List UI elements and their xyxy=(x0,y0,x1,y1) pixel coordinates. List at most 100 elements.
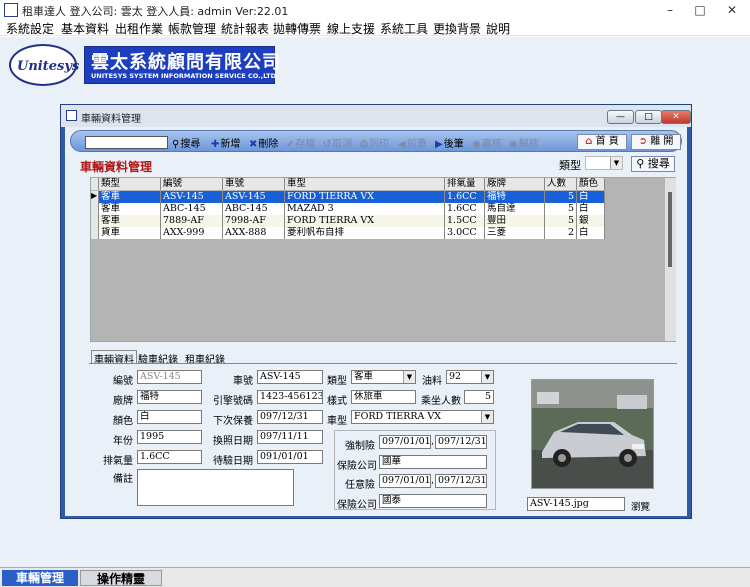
toolbar: ⚲搜尋 ✚新增 ✖刪除 ✔存檔 ↺取消 ⎙列印 ◀前筆 ▶後筆 ◉審核 ◉解核 … xyxy=(70,130,682,152)
insurer1-label: 保險公司 xyxy=(337,461,377,472)
maximize-icon[interactable]: □ xyxy=(684,0,716,20)
mandatory-to-field[interactable]: 097/12/31 xyxy=(435,435,487,449)
brand-label: 廠牌 xyxy=(113,396,133,407)
type-select[interactable]: 客車 ▼ xyxy=(351,370,416,384)
app-icon xyxy=(4,3,18,17)
plus-icon: ✚ xyxy=(211,139,220,150)
col-cc[interactable]: 排氣量 xyxy=(445,178,485,190)
menu-reports[interactable]: 統計報表 xyxy=(221,20,269,37)
table-row[interactable]: 客車 ABC-145 ABC-145 MAZAD 3 1.6CC 馬自達 5 白 xyxy=(91,203,605,215)
col-brand[interactable]: 廠牌 xyxy=(485,178,545,190)
photo-filename-field[interactable]: ASV-145.jpg xyxy=(527,497,625,511)
style-label: 樣式 xyxy=(327,396,347,407)
car-image xyxy=(532,380,653,488)
menu-basic-data[interactable]: 基本資料 xyxy=(61,20,109,37)
browse-button[interactable]: 瀏覽 xyxy=(631,499,650,513)
section-search-button[interactable]: ⚲ 搜尋 xyxy=(631,156,675,172)
cc-label: 排氣量 xyxy=(103,456,133,467)
col-color[interactable]: 顏色 xyxy=(577,178,605,190)
vehicle-window-titlebar: 車輛資料管理 — □ ✕ xyxy=(61,105,691,127)
audit-button[interactable]: ◉審核 xyxy=(472,135,502,150)
window-icon xyxy=(66,110,77,121)
search-icon: ⚲ xyxy=(636,157,645,170)
cc-field[interactable]: 1.6CC xyxy=(137,450,202,464)
tab-vehicle-data[interactable]: 車輛資料 xyxy=(91,350,137,366)
inspection-field[interactable]: 091/01/01 xyxy=(257,450,323,464)
menu-help[interactable]: 說明 xyxy=(486,20,510,37)
scrollbar-thumb[interactable] xyxy=(668,192,672,267)
delete-button[interactable]: ✖刪除 xyxy=(249,135,278,150)
vehicle-grid: 類型 編號 車號 車型 排氣量 廠牌 人數 顏色 ▶ 客車 ASV-145 AS… xyxy=(90,177,676,342)
engine-field[interactable]: 1423-456123 xyxy=(257,390,323,404)
exit-icon: ➲ xyxy=(638,136,647,147)
col-seats[interactable]: 人數 xyxy=(545,178,577,190)
menu-system-settings[interactable]: 系統設定 xyxy=(6,20,54,37)
unaudit-button[interactable]: ◉解核 xyxy=(509,135,539,150)
table-row[interactable]: 貨車 AXX-999 AXX-888 菱利帆布自排 3.0CC 三菱 2 白 xyxy=(91,227,605,239)
menu-rental[interactable]: 出租作業 xyxy=(115,20,163,37)
close-icon[interactable]: ✕ xyxy=(716,0,748,20)
reissue-field[interactable]: 097/11/11 xyxy=(257,430,323,444)
minimize-icon[interactable]: – xyxy=(654,0,686,20)
seats-field[interactable]: 5 xyxy=(464,390,494,404)
next-service-field[interactable]: 097/12/31 xyxy=(257,410,323,424)
lock-icon: ◉ xyxy=(472,139,481,150)
menu-change-background[interactable]: 更換背景 xyxy=(433,20,481,37)
grid-scrollbar[interactable] xyxy=(665,178,676,341)
vehicle-window-body: ⚲搜尋 ✚新增 ✖刪除 ✔存檔 ↺取消 ⎙列印 ◀前筆 ▶後筆 ◉審核 ◉解核 … xyxy=(65,127,687,516)
menu-online-support[interactable]: 線上支援 xyxy=(327,20,375,37)
fuel-select[interactable]: 92 ▼ xyxy=(446,370,494,384)
save-button[interactable]: ✔存檔 xyxy=(286,135,315,150)
note-field[interactable] xyxy=(137,469,294,506)
company-logo: Unitesys xyxy=(9,44,79,86)
plate-field[interactable]: ASV-145 xyxy=(257,370,323,384)
tab-operation-wizard[interactable]: 操作精靈 xyxy=(80,570,162,586)
cancel-button[interactable]: ↺取消 xyxy=(323,135,352,150)
inner-maximize-icon[interactable]: □ xyxy=(635,110,662,124)
chevron-down-icon: ▼ xyxy=(403,371,415,383)
col-type[interactable]: 類型 xyxy=(99,178,161,190)
col-plate[interactable]: 車號 xyxy=(223,178,285,190)
color-field[interactable]: 白 xyxy=(137,410,202,424)
search-input[interactable] xyxy=(85,136,168,149)
year-field[interactable]: 1995 xyxy=(137,430,202,444)
prev-button[interactable]: ◀前筆 xyxy=(398,135,427,150)
type-filter-select[interactable]: ▼ xyxy=(585,156,623,170)
chevron-down-icon: ▼ xyxy=(481,411,493,423)
optional-label: 任意險 xyxy=(345,480,375,491)
table-row[interactable]: 客車 7889-AF 7998-AF FORD TIERRA VX 1.5CC … xyxy=(91,215,605,227)
mandatory-label: 強制險 xyxy=(345,441,375,452)
insurer1-field[interactable]: 國華 xyxy=(379,455,487,469)
inner-minimize-icon[interactable]: — xyxy=(607,110,634,124)
optional-from-field[interactable]: 097/01/01 xyxy=(379,474,431,488)
plate-label: 車號 xyxy=(233,376,253,387)
insurer2-field[interactable]: 國泰 xyxy=(379,494,487,508)
inspection-label: 待驗日期 xyxy=(213,456,253,467)
chevron-down-icon: ▼ xyxy=(481,371,493,383)
model-select[interactable]: FORD TIERRA VX ▼ xyxy=(351,410,494,424)
tab-vehicle-management[interactable]: 車輛管理 xyxy=(2,570,78,586)
next-button[interactable]: ▶後筆 xyxy=(435,135,464,150)
add-button[interactable]: ✚新增 xyxy=(211,135,240,150)
menu-accounts[interactable]: 帳款管理 xyxy=(168,20,216,37)
unlock-icon: ◉ xyxy=(509,139,518,150)
exit-button[interactable]: ➲ 離 開 xyxy=(631,134,681,150)
brand-field[interactable]: 福特 xyxy=(137,390,202,404)
search-button[interactable]: ⚲搜尋 xyxy=(172,135,200,150)
insurer2-label: 保險公司 xyxy=(337,500,377,511)
id-field[interactable]: ASV-145 xyxy=(137,370,202,384)
bottom-tab-bar: 車輛管理 操作精靈 xyxy=(0,567,750,587)
col-model[interactable]: 車型 xyxy=(285,178,445,190)
inner-close-icon[interactable]: ✕ xyxy=(661,110,691,124)
table-row[interactable]: ▶ 客車 ASV-145 ASV-145 FORD TIERRA VX 1.6C… xyxy=(91,191,605,203)
style-field[interactable]: 休旅車 xyxy=(351,390,416,404)
optional-to-field[interactable]: 097/12/31 xyxy=(435,474,487,488)
print-button[interactable]: ⎙列印 xyxy=(360,135,389,150)
menu-system-tools[interactable]: 系統工具 xyxy=(380,20,428,37)
col-id[interactable]: 編號 xyxy=(161,178,223,190)
home-button[interactable]: ⌂ 首 頁 xyxy=(577,134,627,150)
tab-divider xyxy=(89,363,677,364)
menu-vouchers[interactable]: 拋轉傳票 xyxy=(273,20,321,37)
mandatory-from-field[interactable]: 097/01/01 xyxy=(379,435,431,449)
undo-icon: ↺ xyxy=(323,139,332,150)
